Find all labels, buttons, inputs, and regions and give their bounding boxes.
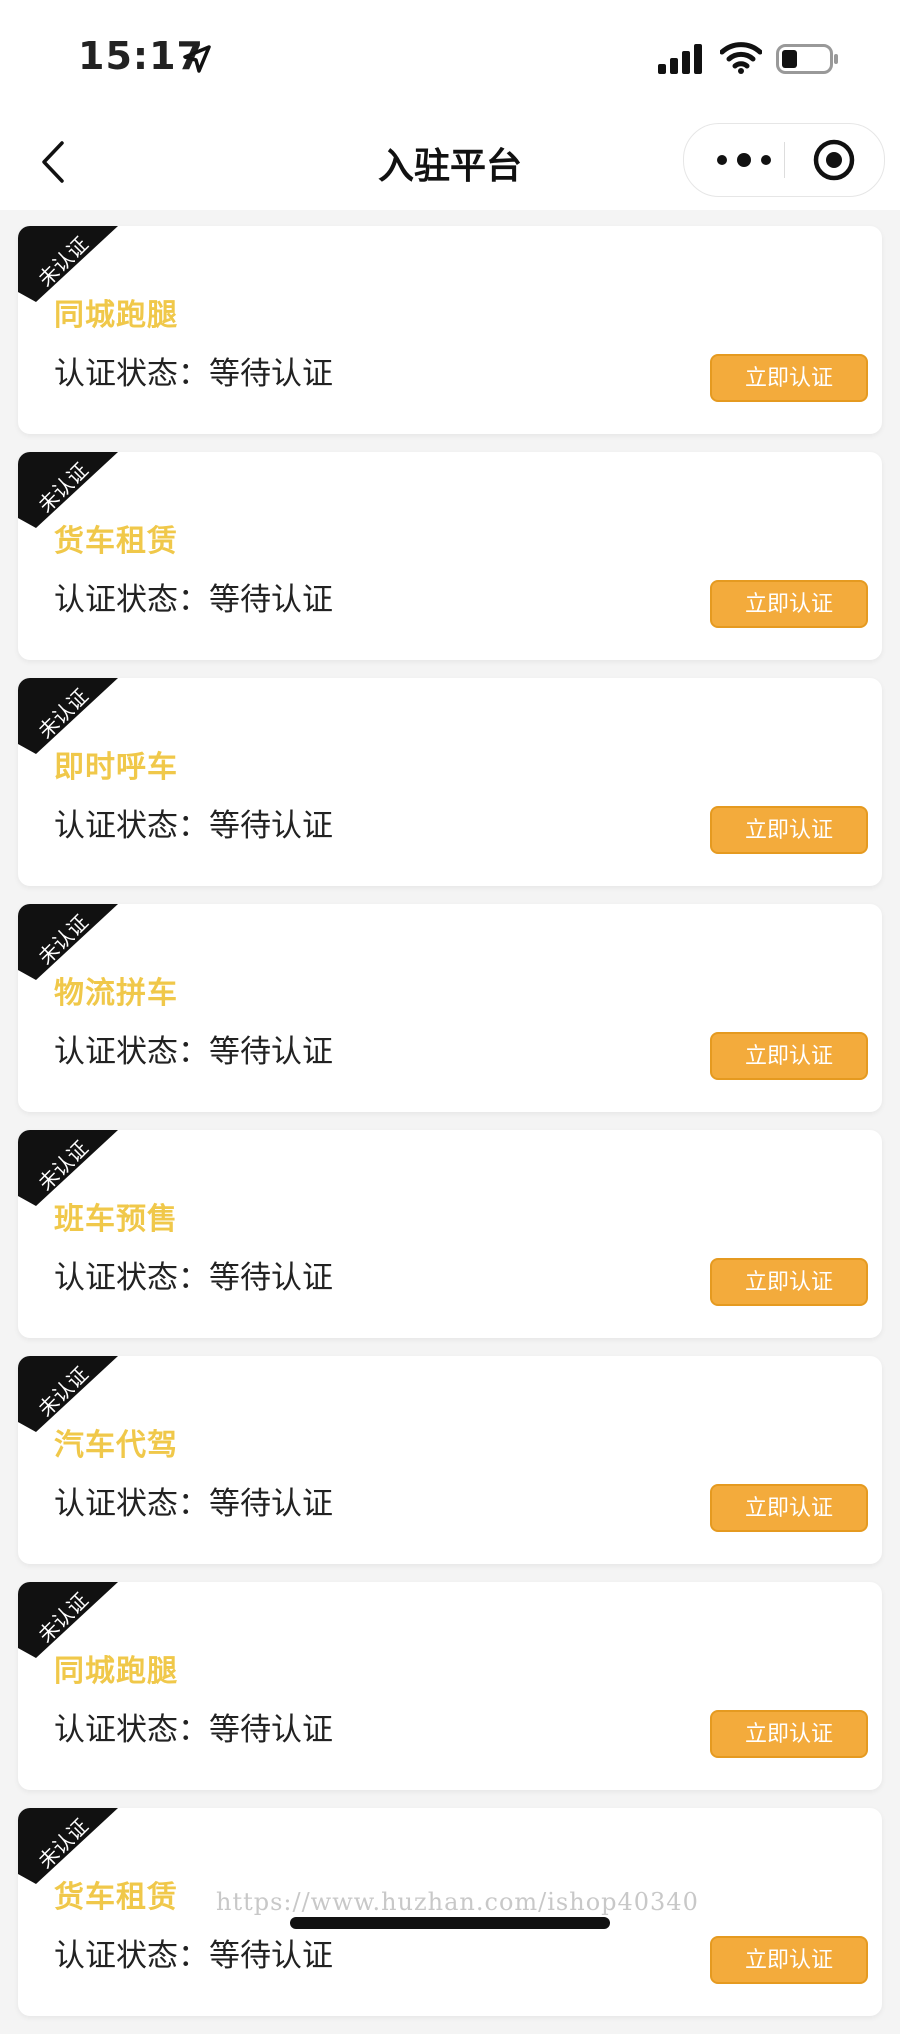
verify-now-button[interactable]: 立即认证 — [710, 1484, 868, 1532]
verify-now-button[interactable]: 立即认证 — [710, 1710, 868, 1758]
unverified-badge: 未认证 — [33, 231, 93, 292]
platform-card: 未认证同城跑腿认证状态：等待认证 立即认证 — [18, 226, 882, 434]
miniprogram-capsule — [683, 123, 885, 197]
location-arrow-icon — [183, 45, 211, 73]
platform-card: 未认证即时呼车认证状态：等待认证 立即认证 — [18, 678, 882, 886]
unverified-badge: 未认证 — [33, 1587, 93, 1648]
card-status: 认证状态：等待认证 — [54, 1712, 333, 1748]
more-dots-icon[interactable] — [714, 144, 774, 176]
card-title: 汽车代驾 — [54, 1428, 178, 1463]
verify-now-button[interactable]: 立即认证 — [710, 354, 868, 402]
unverified-badge: 未认证 — [33, 1361, 93, 1422]
card-status: 认证状态：等待认证 — [54, 808, 333, 844]
platform-card: 未认证汽车代驾认证状态：等待认证 立即认证 — [18, 1356, 882, 1564]
unverified-badge: 未认证 — [33, 909, 93, 970]
verify-now-button[interactable]: 立即认证 — [710, 580, 868, 628]
watermark: https://www.huzhan.com/ishop40340 — [216, 1888, 699, 1916]
home-indicator — [290, 1917, 610, 1929]
platform-card: 未认证物流拼车认证状态：等待认证 立即认证 — [18, 904, 882, 1112]
card-title: 物流拼车 — [54, 976, 178, 1011]
capsule-divider — [784, 142, 785, 178]
card-status: 认证状态：等待认证 — [54, 1034, 333, 1070]
card-title: 即时呼车 — [54, 750, 178, 785]
platform-card: 未认证货车租赁认证状态：等待认证 立即认证 — [18, 452, 882, 660]
record-target-icon[interactable] — [812, 138, 856, 182]
battery-icon — [776, 44, 838, 74]
wifi-icon — [720, 42, 762, 74]
verify-now-button[interactable]: 立即认证 — [710, 1258, 868, 1306]
unverified-badge: 未认证 — [33, 1135, 93, 1196]
navbar: 入驻平台 — [0, 115, 900, 210]
verify-now-button[interactable]: 立即认证 — [710, 806, 868, 854]
platform-list: 未认证 同城跑腿 认证状态：等待认证 立即认证 未认证 货车租赁 认证状态：等待认证 立即认证… — [18, 226, 882, 2034]
card-title: 同城跑腿 — [54, 1654, 178, 1689]
verify-now-button[interactable]: 立即认证 — [710, 1936, 868, 1984]
card-status: 认证状态：等待认证 — [54, 1486, 333, 1522]
card-title: 同城跑腿 — [54, 298, 178, 333]
card-status: 认证状态：等待认证 — [54, 582, 333, 618]
card-title: 货车租赁 — [54, 1880, 178, 1915]
unverified-badge: 未认证 — [33, 1813, 93, 1874]
card-status: 认证状态：等待认证 — [54, 356, 333, 392]
verify-now-button[interactable]: 立即认证 — [710, 1032, 868, 1080]
unverified-badge: 未认证 — [33, 683, 93, 744]
card-title: 货车租赁 — [54, 524, 178, 559]
unverified-badge: 未认证 — [33, 457, 93, 518]
platform-card: 未认证班车预售认证状态：等待认证 立即认证 — [18, 1130, 882, 1338]
card-status: 认证状态：等待认证 — [54, 1260, 333, 1296]
status-bar: 15:17 — [0, 0, 900, 115]
platform-card: 未认证同城跑腿认证状态：等待认证 立即认证 — [18, 1582, 882, 1790]
card-status: 认证状态：等待认证 — [54, 1938, 333, 1974]
card-title: 班车预售 — [54, 1202, 178, 1237]
cellular-signal-icon — [658, 44, 702, 74]
